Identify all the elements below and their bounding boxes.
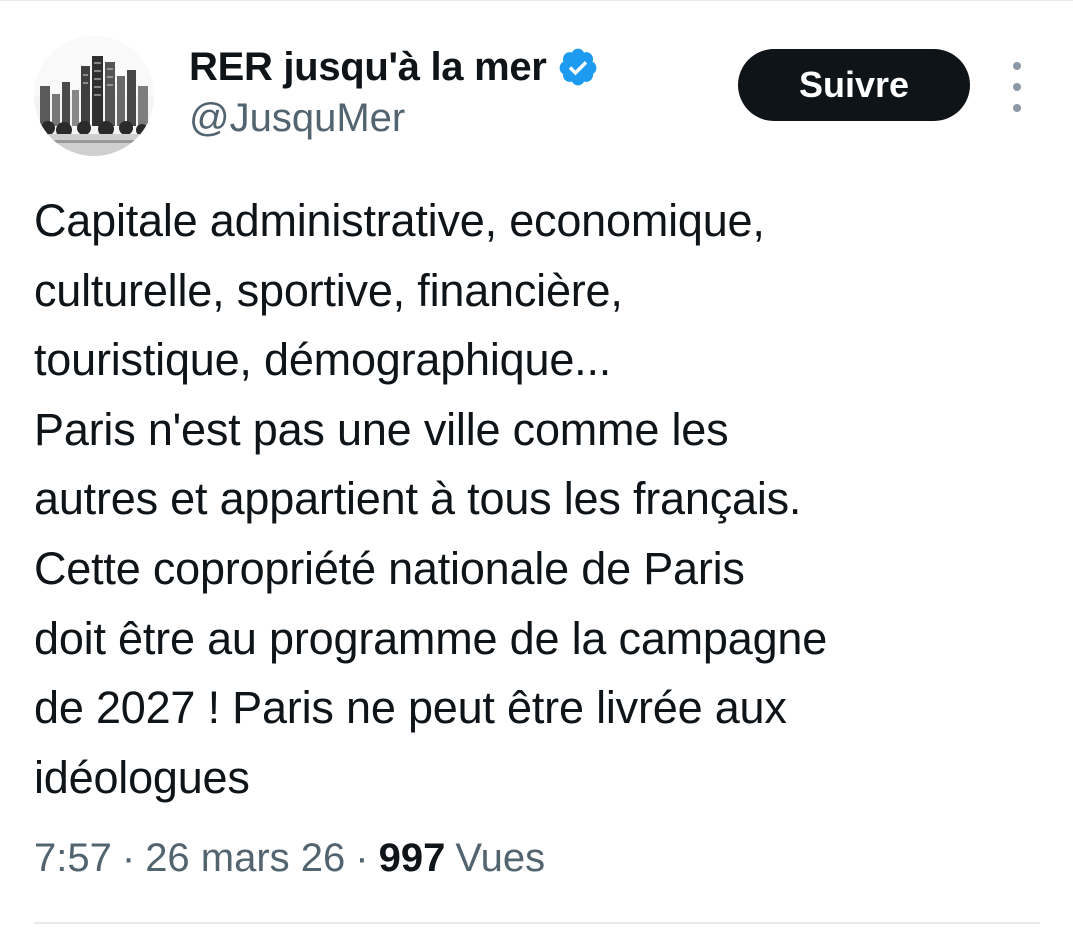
tweet-header: RER jusqu'à la mer @JusquMer Suivre [34, 36, 1044, 160]
tweet-time[interactable]: 7:57 [34, 836, 112, 881]
tweet-meta: 7:57 · 26 mars 26 · 997 Vues [34, 836, 545, 881]
more-dot [1013, 104, 1021, 112]
follow-button[interactable]: Suivre [738, 49, 970, 121]
author-handle[interactable]: @JusquMer [189, 96, 599, 141]
tweet-text: Capitale administrative, economique, cul… [34, 195, 828, 803]
author-names: RER jusqu'à la mer @JusquMer [189, 42, 599, 141]
meta-separator: · [355, 836, 369, 880]
avatar[interactable] [34, 36, 154, 156]
bottom-divider [34, 922, 1040, 924]
meta-separator: · [121, 836, 136, 880]
views-count[interactable]: 997 [379, 836, 446, 881]
more-vertical-icon[interactable] [1002, 62, 1032, 112]
city-skyline-icon [34, 36, 154, 156]
display-name[interactable]: RER jusqu'à la mer [189, 45, 547, 90]
top-divider [0, 0, 1073, 1]
display-name-row: RER jusqu'à la mer [189, 42, 599, 92]
more-dot [1013, 83, 1021, 91]
views-label: Vues [455, 836, 546, 880]
tweet-date[interactable]: 26 mars 26 [145, 836, 345, 881]
verified-badge-icon[interactable] [557, 46, 599, 88]
more-dot [1013, 62, 1021, 70]
